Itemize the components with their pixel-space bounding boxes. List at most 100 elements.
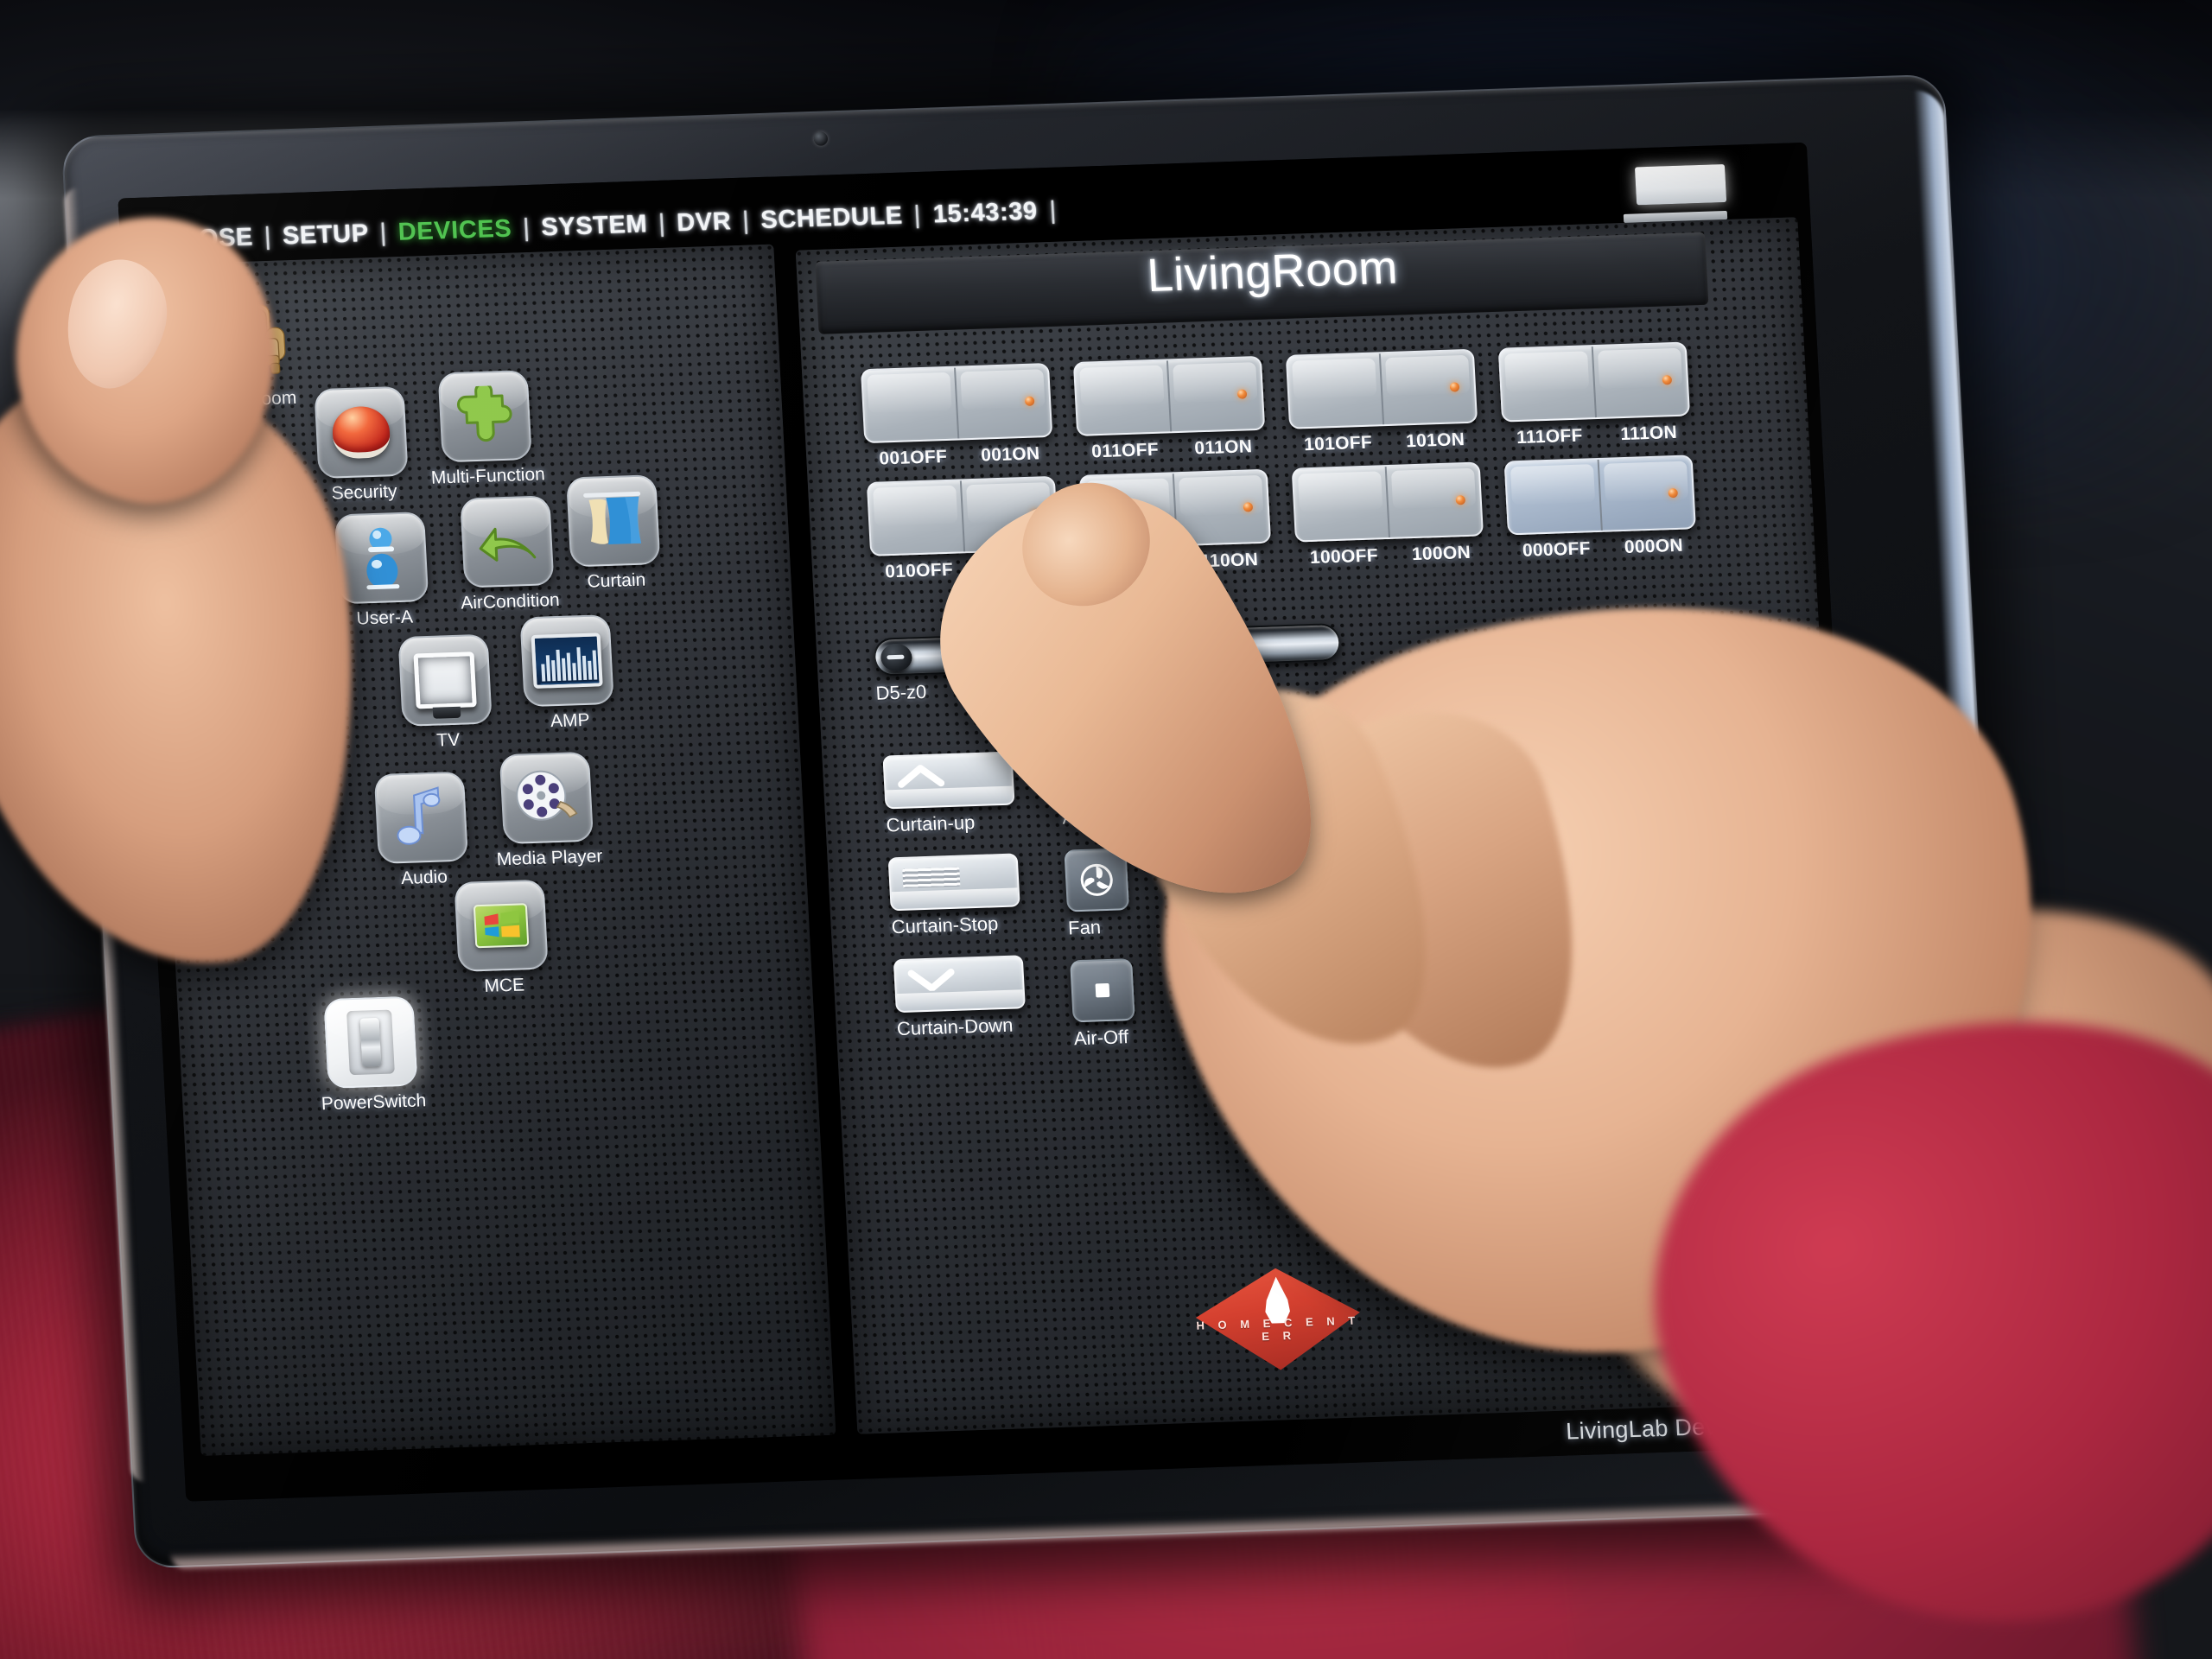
- device-tile-media-player[interactable]: Media Player: [483, 751, 612, 871]
- menu-separator: |: [522, 213, 531, 243]
- switch-half-off[interactable]: [1080, 474, 1179, 548]
- switch-face[interactable]: [1497, 341, 1691, 423]
- switch-half-off[interactable]: [1499, 346, 1598, 421]
- curtain-up-button[interactable]: Curtain-up: [882, 751, 1016, 837]
- device-tile-security[interactable]: Security: [297, 385, 426, 505]
- equalizer-bars-glyph: [540, 647, 603, 689]
- switch-face[interactable]: [1078, 468, 1272, 550]
- keyboard-icon[interactable]: [1837, 1360, 1861, 1375]
- switch-half-on[interactable]: [1381, 351, 1476, 424]
- switch-half-off[interactable]: [862, 367, 960, 442]
- air-on-button[interactable]: Air-ON: [1058, 737, 1125, 829]
- device-tile-multi-function[interactable]: Multi-Function: [421, 369, 550, 489]
- channel-down-button[interactable]: CH-: [1218, 891, 1285, 982]
- snowflake-icon: [1058, 737, 1124, 802]
- music-note-icon: [373, 771, 469, 864]
- switch-grid: 001OFF 001ON 011OFF 011ON 101OFF 101ON 1…: [860, 340, 1753, 594]
- air-off-button[interactable]: Air-Off: [1070, 958, 1136, 1050]
- switch-half-on[interactable]: [962, 478, 1057, 551]
- device-tile-tv[interactable]: TV: [381, 633, 510, 753]
- switch-half-on[interactable]: [1174, 471, 1269, 544]
- blind-slats-icon: [887, 853, 1020, 912]
- device-tile-amp[interactable]: AMP: [503, 613, 632, 734]
- volume-down-icon: [1326, 851, 1393, 916]
- slider-tick-0: D5-z0: [874, 680, 927, 704]
- switch-half-on[interactable]: [1593, 344, 1688, 417]
- menu-item-setup[interactable]: SETUP: [270, 219, 380, 251]
- menu-item-schedule[interactable]: SCHEDULE: [749, 201, 915, 235]
- dimmer-slider[interactable]: D5-z0 z20 z40: [873, 622, 1343, 705]
- user-pawn-icon: [334, 512, 429, 605]
- device-label: Security: [331, 481, 398, 504]
- switch-face[interactable]: [1503, 454, 1696, 536]
- switch-face[interactable]: [1291, 461, 1484, 543]
- switch-face[interactable]: Z-Wave: [1630, 1188, 1833, 1259]
- switch-half-on[interactable]: [1168, 358, 1263, 431]
- switch-000[interactable]: 000OFF 000ON: [1503, 454, 1698, 562]
- switch-half-off[interactable]: [1505, 459, 1603, 534]
- room-control-panel: LivingRoom 001OFF 001ON 011OFF 011ON 101…: [795, 217, 1875, 1434]
- switch-face[interactable]: [866, 475, 1059, 556]
- volume-down-button[interactable]: VOL-: [1326, 851, 1394, 943]
- slider-handle[interactable]: [880, 643, 913, 672]
- devices-panel: LivingRoom Security Multi-Function User-…: [138, 244, 836, 1457]
- switch-010[interactable]: 010OFF 010ON: [866, 475, 1060, 583]
- switch-on-label: 000ON: [1624, 535, 1684, 557]
- control-label: CH+: [1216, 840, 1256, 863]
- switch-111[interactable]: 111OFF 111ON: [1497, 341, 1692, 449]
- control-label: Curtain-Down: [896, 1014, 1014, 1040]
- stop-square-glyph: [1095, 983, 1110, 998]
- switch-half-on[interactable]: [956, 365, 1051, 438]
- switch-001[interactable]: 001OFF 001ON: [860, 363, 1054, 470]
- control-label: Curtain-Stop: [891, 912, 999, 938]
- device-tile-powerswitch[interactable]: PowerSwitch: [307, 995, 435, 1116]
- switch-110[interactable]: 110OFF 110ON: [1078, 468, 1273, 576]
- switch-half-on[interactable]: [1387, 464, 1482, 537]
- curtain-stop-button[interactable]: Curtain-Stop: [887, 853, 1022, 938]
- zwave-on-label: z4On: [1773, 1258, 1821, 1281]
- zwave-switch[interactable]: Z-Wave z4Off z4On: [1630, 1188, 1834, 1285]
- switch-on-label: 110ON: [1199, 550, 1259, 572]
- curtain-down-button[interactable]: Curtain-Down: [893, 955, 1027, 1040]
- tablet-device: CLOSE | SETUP | DEVICES | SYSTEM | DVR |…: [35, 48, 2051, 1610]
- menu-item-devices[interactable]: DEVICES: [386, 214, 524, 247]
- device-tile-user-a[interactable]: User-A: [318, 511, 447, 631]
- device-tile-mce[interactable]: MCE: [437, 879, 566, 999]
- switch-off-label: 010OFF: [884, 559, 954, 582]
- device-label: User-A: [355, 607, 414, 629]
- switch-on-label: 101ON: [1405, 429, 1465, 452]
- menu-separator: |: [1048, 196, 1058, 225]
- menu-item-close[interactable]: CLOSE: [152, 223, 265, 255]
- switch-100[interactable]: 100OFF 100ON: [1291, 461, 1485, 569]
- switch-face[interactable]: [1072, 355, 1266, 436]
- switch-half-off[interactable]: [868, 480, 966, 555]
- control-label: Curtain-up: [885, 811, 976, 836]
- fan-button[interactable]: Fan: [1064, 848, 1130, 939]
- channel-up-button[interactable]: CH+: [1212, 772, 1279, 864]
- device-tile-curtain[interactable]: Curtain: [550, 474, 678, 594]
- floating-mini-toolbar[interactable]: ?: [1815, 1350, 1875, 1383]
- control-label: Fan: [1067, 916, 1102, 939]
- switch-101[interactable]: 101OFF 101ON: [1285, 348, 1479, 456]
- switch-half-on[interactable]: [1599, 456, 1694, 530]
- menu-item-system[interactable]: SYSTEM: [530, 210, 660, 243]
- av-control-column: CH+ CH-: [1212, 772, 1287, 1004]
- switch-half-on[interactable]: [1731, 1190, 1831, 1254]
- switch-face[interactable]: [1285, 348, 1478, 429]
- menu-item-dvr[interactable]: DVR: [664, 207, 743, 238]
- switch-on-label: 001ON: [980, 443, 1040, 466]
- led-indicator-icon: [1024, 396, 1035, 406]
- switch-face[interactable]: [860, 363, 1053, 444]
- device-tile-audio[interactable]: Audio: [358, 771, 486, 891]
- switch-half-off[interactable]: [1074, 360, 1173, 435]
- led-indicator-icon: [1455, 495, 1466, 505]
- device-tile-livingroom[interactable]: LivingRoom: [181, 293, 310, 413]
- slider-tick-2: z40: [1078, 674, 1111, 697]
- grip-dots-icon[interactable]: [1821, 1358, 1834, 1378]
- footer-brand-text: LivingLab Development C: [1565, 1409, 1840, 1445]
- switch-011[interactable]: 011OFF 011ON: [1072, 355, 1267, 463]
- switch-half-off[interactable]: [1287, 353, 1385, 428]
- switch-half-off[interactable]: [1293, 467, 1390, 541]
- minimized-window-chip[interactable]: [1634, 163, 1727, 206]
- curtain-icon: [566, 474, 661, 568]
